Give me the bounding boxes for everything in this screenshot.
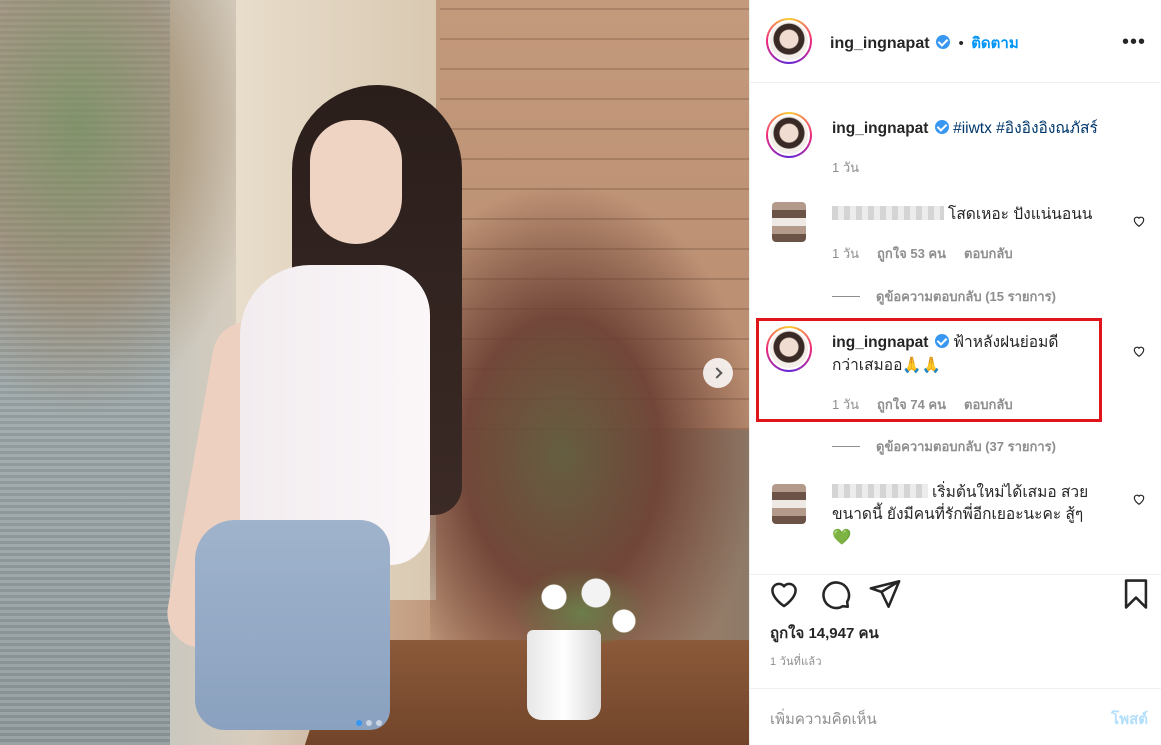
caption-time[interactable]: 1 วัน — [832, 157, 859, 178]
hashtag-link[interactable]: #iiwtx — [953, 120, 992, 137]
caption-text: ing_ingnapat #iiwtx #อิงอิงอิงณภัสร์ — [832, 118, 1112, 140]
comment-icon[interactable] — [818, 577, 852, 611]
carousel-indicator — [356, 720, 382, 726]
comment-time[interactable]: 1 วัน — [832, 394, 859, 415]
post-actions: ถูกใจ 14,947 คน 1 วันที่แล้ว — [750, 574, 1161, 688]
comment-text: ing_ingnapat ฟ้าหลังฝนย่อมดีกว่าเสมออ🙏🙏 — [832, 332, 1082, 377]
comment-likes[interactable]: ถูกใจ 74 คน — [877, 394, 946, 415]
blurred-username[interactable] — [832, 484, 928, 498]
post-button[interactable]: โพสต์ — [1111, 707, 1148, 731]
verified-icon — [936, 35, 951, 49]
carousel-dot — [366, 720, 372, 726]
comment-item: โสดเหอะ ปังแน่นอนน 1 วัน ถูกใจ 53 คน ตอบ… — [766, 200, 1146, 261]
caption: ing_ingnapat #iiwtx #อิงอิงอิงณภัสร์ 1 ว… — [766, 112, 1146, 182]
comment-list[interactable]: ing_ingnapat #iiwtx #อิงอิงอิงณภัสร์ 1 ว… — [750, 84, 1161, 574]
photo-flower-pot — [527, 630, 601, 720]
carousel-dot — [356, 720, 362, 726]
username-link[interactable]: ing_ingnapat — [832, 334, 928, 351]
header-user: ing_ingnapat • ติดตาม — [830, 31, 1019, 55]
like-icon[interactable] — [767, 577, 801, 611]
separator-dot: • — [958, 35, 964, 52]
comment-body: โสดเหอะ ปังแน่นอนน — [948, 206, 1093, 223]
reply-button[interactable]: ตอบกลับ — [964, 394, 1013, 415]
add-comment-bar: เพิ่มความคิดเห็น โพสต์ — [750, 688, 1161, 745]
comment-likes[interactable]: ถูกใจ 53 คน — [877, 243, 946, 264]
post-photo[interactable] — [0, 0, 749, 745]
comment-meta: 1 วัน ถูกใจ 74 คน ตอบกลับ — [832, 394, 1013, 415]
avatar[interactable] — [766, 112, 812, 158]
carousel-dot — [376, 720, 382, 726]
like-comment-icon[interactable] — [1132, 214, 1146, 228]
like-comment-icon[interactable] — [1132, 344, 1146, 358]
carousel-next-button[interactable] — [703, 358, 733, 388]
blurred-username[interactable] — [832, 206, 944, 220]
avatar[interactable] — [772, 202, 806, 242]
post-sidebar: ing_ingnapat • ติดตาม ••• ing_ingnapat #… — [749, 0, 1161, 745]
more-options-icon[interactable]: ••• — [1122, 32, 1146, 52]
chevron-right-icon — [710, 367, 723, 379]
share-icon[interactable] — [868, 577, 902, 611]
verified-icon — [934, 120, 949, 134]
username-link[interactable]: ing_ingnapat — [832, 120, 928, 137]
avatar[interactable] — [772, 484, 806, 524]
follow-button[interactable]: ติดตาม — [971, 35, 1019, 52]
comment-text: โสดเหอะ ปังแน่นอนน — [832, 204, 1112, 226]
post-time[interactable]: 1 วันที่แล้ว — [770, 652, 822, 670]
view-replies-button[interactable]: ดูข้อความตอบกลับ (15 รายการ) — [832, 286, 1056, 307]
green-heart-emoji: 💚 — [832, 528, 852, 546]
folded-hands-emoji: 🙏🙏 — [902, 356, 941, 374]
avatar[interactable] — [766, 326, 812, 372]
username-link[interactable]: ing_ingnapat — [830, 35, 930, 52]
comment-time[interactable]: 1 วัน — [832, 243, 859, 264]
view-replies-button[interactable]: ดูข้อความตอบกลับ (37 รายการ) — [832, 436, 1056, 457]
view-replies-label: ดูข้อความตอบกลับ (15 รายการ) — [876, 289, 1056, 304]
photo-subject — [195, 520, 390, 730]
verified-icon — [934, 334, 949, 348]
like-count[interactable]: ถูกใจ 14,947 คน — [770, 621, 879, 645]
comment-input[interactable]: เพิ่มความคิดเห็น — [770, 707, 877, 731]
comment-text: เริ่มต้นใหม่ได้เสมอ สวยขนาดนี้ ยังมีคนที… — [832, 482, 1092, 549]
post-header: ing_ingnapat • ติดตาม ••• — [750, 0, 1161, 83]
bookmark-icon[interactable] — [1119, 577, 1153, 611]
avatar[interactable] — [766, 18, 812, 64]
photo-subject — [310, 120, 402, 244]
comment-meta: 1 วัน ถูกใจ 53 คน ตอบกลับ — [832, 243, 1013, 264]
view-replies-label: ดูข้อความตอบกลับ (37 รายการ) — [876, 439, 1056, 454]
hashtag-link[interactable]: #อิงอิงอิงณภัสร์ — [996, 120, 1098, 137]
like-comment-icon[interactable] — [1132, 492, 1146, 506]
caption-meta: 1 วัน — [832, 157, 859, 178]
comment-item: เริ่มต้นใหม่ได้เสมอ สวยขนาดนี้ ยังมีคนที… — [766, 482, 1146, 562]
comment-item: ing_ingnapat ฟ้าหลังฝนย่อมดีกว่าเสมออ🙏🙏 … — [766, 326, 1146, 416]
reply-button[interactable]: ตอบกลับ — [964, 243, 1013, 264]
